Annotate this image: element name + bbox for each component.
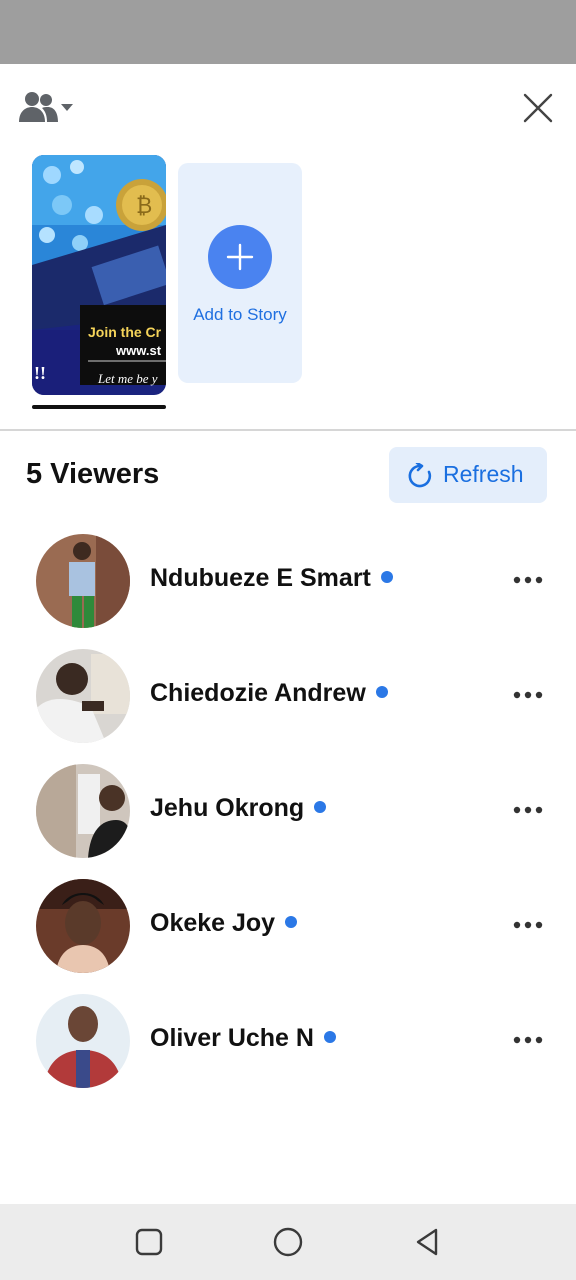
- status-bar: [0, 0, 576, 64]
- viewer-row[interactable]: Jehu Okrong: [0, 764, 576, 876]
- add-to-story-label: Add to Story: [193, 305, 287, 324]
- refresh-icon: [408, 463, 432, 488]
- svg-text:www.st: www.st: [115, 343, 162, 358]
- online-dot: [285, 915, 298, 928]
- system-navigation-bar: [0, 1204, 576, 1280]
- chevron-down-icon: [61, 104, 73, 111]
- add-story-button[interactable]: [208, 225, 272, 289]
- audience-selector[interactable]: [18, 90, 78, 124]
- people-icon: [19, 92, 73, 122]
- more-options-icon[interactable]: [512, 568, 544, 592]
- viewer-row[interactable]: Ndubueze E Smart: [0, 534, 576, 646]
- viewer-row[interactable]: Oliver Uche N: [0, 994, 576, 1106]
- add-to-story-card[interactable]: Add to Story: [178, 163, 302, 383]
- story-image: ₿ Join the Cr www.st Let me be y !!: [32, 155, 166, 395]
- viewer-name: Okeke Joy: [150, 909, 276, 937]
- online-dot: [380, 570, 393, 583]
- more-options-icon[interactable]: [512, 683, 544, 707]
- triangle-back-icon[interactable]: [408, 1222, 448, 1262]
- close-icon: [523, 93, 553, 123]
- more-options-icon[interactable]: [512, 913, 544, 937]
- viewer-name: Jehu Okrong: [150, 794, 305, 822]
- refresh-label: Refresh: [443, 461, 524, 487]
- online-dot: [314, 800, 327, 813]
- circle-icon[interactable]: [268, 1222, 308, 1262]
- avatar[interactable]: [36, 764, 130, 858]
- viewers-count-title: 5 Viewers: [26, 458, 160, 490]
- viewer-row[interactable]: Okeke Joy: [0, 879, 576, 991]
- avatar[interactable]: [36, 994, 130, 1088]
- svg-text:Join the Cr: Join the Cr: [88, 324, 162, 340]
- more-options-icon[interactable]: [512, 1028, 544, 1052]
- online-dot: [323, 1030, 336, 1043]
- story-thumbnail[interactable]: ₿ Join the Cr www.st Let me be y !!: [32, 155, 166, 395]
- plus-icon: [226, 243, 254, 271]
- viewer-name: Oliver Uche N: [150, 1024, 314, 1052]
- refresh-button[interactable]: Refresh: [389, 447, 547, 503]
- svg-text:!!: !!: [34, 363, 46, 383]
- svg-text:Let me be y: Let me be y: [97, 371, 158, 386]
- viewer-name: Ndubueze E Smart: [150, 564, 371, 592]
- selected-story-indicator: [32, 405, 166, 409]
- viewer-name: Chiedozie Andrew: [150, 679, 366, 707]
- avatar[interactable]: [36, 879, 130, 973]
- svg-text:₿: ₿: [136, 194, 152, 219]
- online-dot: [375, 685, 388, 698]
- close-button[interactable]: [520, 90, 556, 126]
- viewer-row[interactable]: Chiedozie Andrew: [0, 649, 576, 761]
- avatar[interactable]: [36, 649, 130, 743]
- square-icon[interactable]: [129, 1222, 169, 1262]
- divider: [0, 429, 576, 431]
- avatar[interactable]: [36, 534, 130, 628]
- more-options-icon[interactable]: [512, 798, 544, 822]
